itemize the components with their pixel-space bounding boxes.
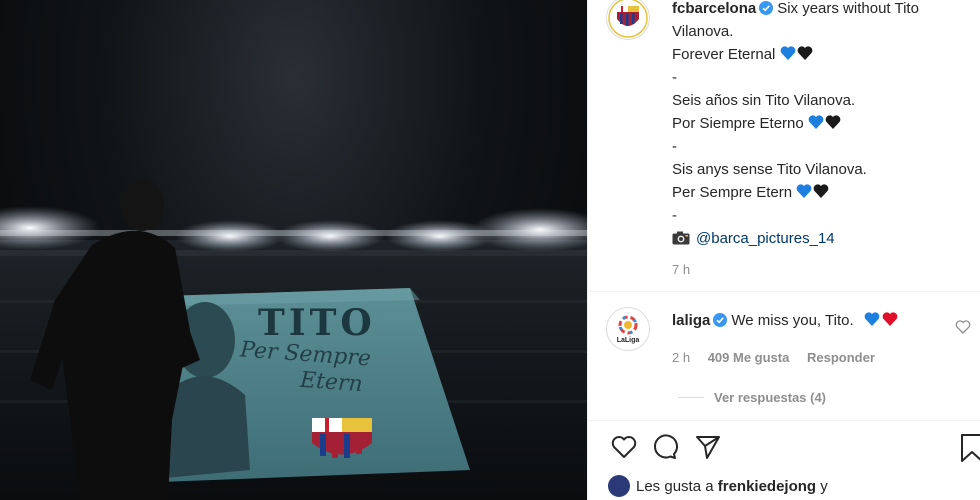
camera-emoji (672, 231, 690, 245)
liked-by-line: Les gusta a frenkiedejong y (608, 475, 828, 497)
author-username[interactable]: fcbarcelona (672, 0, 756, 17)
liker-avatar[interactable] (608, 475, 630, 497)
commenter-username[interactable]: laliga (672, 312, 710, 329)
blue-heart-black-heart-emoji (780, 46, 812, 60)
caption-line: Seis años sin Tito Vilanova. (672, 92, 856, 109)
verified-badge-icon (759, 1, 774, 15)
post-caption: fcbarcelona Six years without Tito Vilano… (672, 0, 962, 250)
caption-line: Forever Eternal (672, 46, 776, 63)
caption-line: Per Sempre Etern (672, 184, 793, 201)
comment: laliga We miss you, Tito. (672, 311, 908, 329)
caption-line: - (672, 207, 677, 224)
like-comment-heart-icon[interactable] (955, 319, 971, 335)
blue-heart-red-heart-emoji (864, 312, 898, 326)
comment-likes[interactable]: 409 Me gusta (708, 350, 790, 365)
comment-meta: 2 h 409 Me gusta Responder (672, 350, 889, 365)
caption-line: - (672, 69, 677, 86)
post-side-panel: fcbarcelona Six years without Tito Vilano… (587, 0, 980, 500)
paper-plane-icon[interactable] (694, 433, 722, 461)
caption-line: - (672, 138, 677, 155)
comment-time[interactable]: 2 h (672, 350, 690, 365)
caption-line: Six years without Tito (777, 0, 919, 17)
author-avatar[interactable] (606, 0, 650, 40)
blue-heart-black-heart-emoji (808, 115, 841, 129)
comment-text: We miss you, Tito. (731, 312, 854, 329)
commenter-avatar[interactable]: LaLiga (606, 307, 650, 351)
photo-credit-mention[interactable]: @barca_pictures_14 (696, 230, 835, 247)
banner-line-2: Etern (299, 367, 364, 398)
laliga-logo-icon: LaLiga (608, 309, 648, 349)
reply-button[interactable]: Responder (807, 350, 875, 365)
barca-crest-icon (608, 0, 648, 38)
blue-heart-black-heart-emoji (796, 184, 829, 198)
post-photo[interactable]: TITO Per Sempre Etern (0, 0, 587, 500)
heart-outline-icon[interactable] (610, 433, 638, 461)
divider (588, 291, 980, 292)
caption-line: Vilanova. (672, 23, 734, 40)
save-button[interactable] (958, 433, 980, 463)
caption-line: Sis anys sense Tito Vilanova. (672, 161, 867, 178)
laliga-avatar-text: LaLiga (617, 337, 640, 344)
caption-line: Por Siempre Eterno (672, 115, 804, 132)
comment-bubble-icon[interactable] (650, 433, 678, 461)
bookmark-icon (961, 434, 980, 462)
post-timestamp[interactable]: 7 h (672, 262, 690, 277)
view-replies-label: Ver respuestas (4) (714, 390, 827, 405)
view-replies-button[interactable]: Ver respuestas (4) (678, 390, 826, 405)
banner-title: TITO (258, 302, 376, 344)
likes-suffix: y (820, 478, 828, 495)
stadium-scene (0, 179, 587, 500)
liker-username[interactable]: frenkiedejong (718, 478, 816, 495)
replies-dash (678, 397, 704, 398)
verified-badge-icon (713, 313, 728, 327)
divider (588, 420, 980, 421)
